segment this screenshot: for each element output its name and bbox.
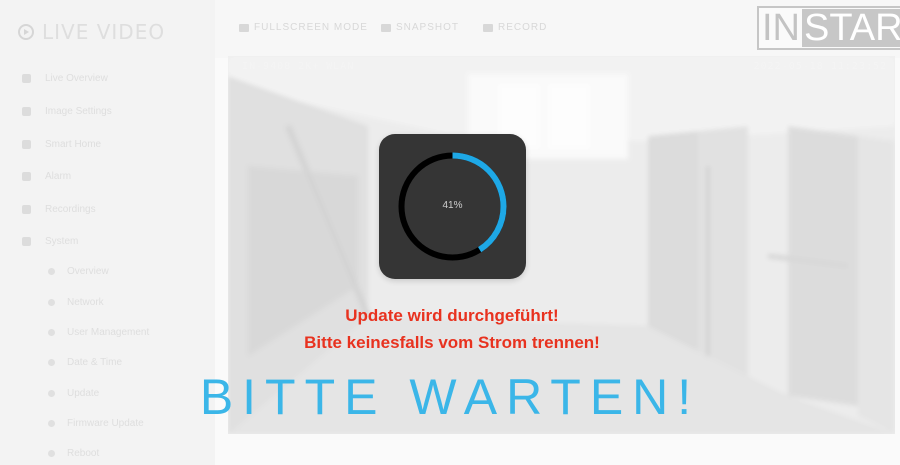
sidebar-item-recordings[interactable]: Recordings [22,202,96,216]
tab-label: SNAPSHOT [396,22,460,33]
sidebar-item-label: Recordings [45,203,96,215]
play-icon [18,24,34,40]
sidebar-item-live-overview[interactable]: Live Overview [22,71,108,85]
sidebar-item-label: Smart Home [45,138,102,150]
sidebar-subitem-label: Date & Time [67,356,123,368]
sidebar-subitem-label: Overview [67,265,109,277]
do-not-unplug-warning: Bitte keinesfalls vom Strom trennen! [304,333,600,352]
bullet-icon [48,298,55,306]
bell-icon [22,171,31,181]
sidebar-item-label: Live Overview [45,72,108,84]
sidebar-subitem-label: Network [67,296,104,308]
home-icon [22,139,31,149]
sidebar-item-label: Image Settings [45,105,112,117]
sidebar-item-label: System [45,235,79,247]
tab-label: RECORD [498,22,548,33]
please-wait-banner: BITTE WARTEN! [199,369,701,425]
bullet-icon [48,419,55,427]
sidebar-subitem-user-management[interactable]: User Management [48,325,149,339]
sidebar-subitem-label: Update [67,387,100,399]
camera-icon [381,23,391,32]
sidebar-item-alarm[interactable]: Alarm [22,169,71,183]
bullet-icon [48,358,55,366]
bullet-icon [48,267,55,275]
sidebar-item-system[interactable]: System [22,234,78,248]
sidebar-subitem-label: Reboot [67,447,100,459]
monitor-icon [239,23,249,32]
update-in-progress-message: Update wird durchgeführt! [345,306,559,325]
sidebar-subitem-update[interactable]: Update [48,386,99,400]
tab-label: FULLSCREEN MODE [254,22,368,33]
camera-osd-name: IN-9408 2K+ WLAN [242,61,355,72]
video-icon [483,23,493,32]
image-icon [22,106,31,116]
sidebar-item-smart-home[interactable]: Smart Home [22,137,101,151]
sidebar-item-image-settings[interactable]: Image Settings [22,104,112,118]
bullet-icon [48,328,55,336]
sidebar-brand[interactable]: LIVE VIDEO [18,20,165,44]
sidebar-item-label: Alarm [45,170,72,182]
sidebar-subitem-network[interactable]: Network [48,295,104,309]
progress-percent-label: 41% [442,200,463,211]
sidebar-subitem-reboot[interactable]: Reboot [48,446,99,460]
camera-osd-timestamp: 2022-05-18 11:23:52 [753,61,887,72]
sidebar-subitem-date-time[interactable]: Date & Time [48,355,122,369]
logo-text-in: IN [762,7,800,49]
bullet-icon [48,449,55,457]
tab-fullscreen[interactable]: FULLSCREEN MODE [239,22,368,33]
film-icon [22,204,31,214]
brand-title: LIVE VIDEO [42,20,166,44]
logo-text-star: STAR [802,9,900,47]
update-overlay-screen: LIVE VIDEO Live Overview Image Settings … [0,0,900,465]
tab-record[interactable]: RECORD [483,22,547,33]
tab-snapshot[interactable]: SNAPSHOT [381,22,459,33]
dashboard-icon [22,73,31,83]
update-progress-dialog: 41% [379,134,526,279]
sidebar-subitem-overview[interactable]: Overview [48,264,109,278]
bullet-icon [48,389,55,397]
sidebar-subitem-label: User Management [67,326,150,338]
instar-logo: IN STAR [757,6,900,50]
gear-icon [22,236,31,246]
